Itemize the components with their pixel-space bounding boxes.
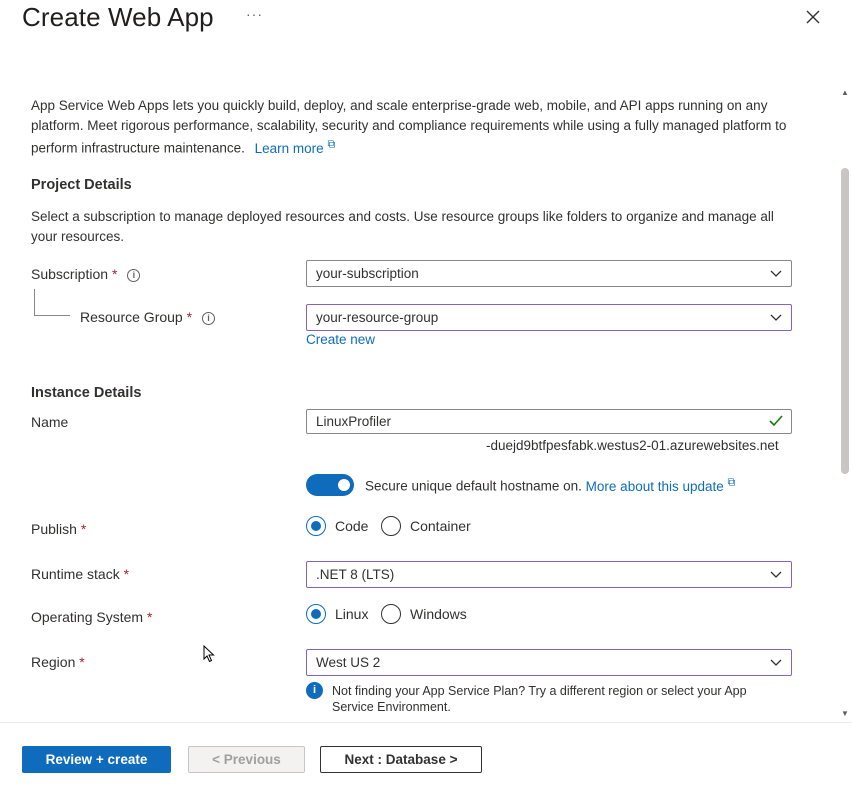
chevron-down-icon — [770, 571, 782, 578]
tree-connector — [34, 289, 35, 315]
project-details-description: Select a subscription to manage deployed… — [31, 209, 774, 244]
publish-label: Publish * — [31, 521, 87, 537]
chevron-down-icon — [770, 314, 782, 321]
region-label: Region * — [31, 654, 85, 670]
resource-group-value: your-resource-group — [316, 310, 439, 325]
name-label: Name — [31, 414, 69, 430]
instance-details-heading: Instance Details — [31, 385, 142, 401]
review-create-button[interactable]: Review + create — [22, 746, 171, 773]
info-icon[interactable]: i — [202, 312, 216, 325]
scroll-up-icon[interactable]: ▲ — [841, 88, 849, 97]
more-about-update-link[interactable]: More about this update ⧉ — [586, 476, 736, 494]
publish-code-radio[interactable] — [306, 516, 326, 536]
tree-connector — [34, 315, 70, 316]
chevron-down-icon — [770, 270, 782, 277]
subscription-label: Subscription * i — [31, 266, 141, 282]
chevron-down-icon — [770, 659, 782, 666]
os-linux-radio[interactable] — [306, 604, 326, 624]
intro-text: App Service Web Apps lets you quickly bu… — [31, 98, 787, 156]
os-windows-radio[interactable] — [381, 604, 401, 624]
scrollbar-thumb[interactable] — [841, 168, 849, 474]
next-database-button[interactable]: Next : Database > — [320, 746, 482, 773]
region-dropdown[interactable]: West US 2 — [306, 649, 792, 676]
scroll-down-icon[interactable]: ▼ — [841, 709, 849, 718]
publish-container-label: Container — [410, 518, 471, 534]
os-label: Operating System * — [31, 609, 153, 625]
info-icon: i — [306, 682, 323, 699]
learn-more-link[interactable]: Learn more ⧉ — [255, 138, 336, 156]
publish-container-radio[interactable] — [381, 516, 401, 536]
hostname-suffix: -duejd9btfpesfabk.westus2-01.azurewebsit… — [486, 438, 779, 453]
checkmark-icon — [769, 415, 783, 427]
subscription-value: your-subscription — [316, 266, 419, 281]
publish-code-label: Code — [335, 518, 369, 534]
resource-group-dropdown[interactable]: your-resource-group — [306, 304, 792, 331]
region-value: West US 2 — [316, 655, 381, 670]
resource-group-label: Resource Group * i — [80, 309, 216, 325]
name-value: LinuxProfiler — [316, 414, 392, 429]
name-input[interactable]: LinuxProfiler — [306, 409, 792, 434]
create-new-link[interactable]: Create new — [306, 332, 375, 347]
external-link-icon: ⧉ — [327, 138, 336, 150]
mouse-cursor-icon — [203, 645, 215, 663]
os-windows-label: Windows — [410, 606, 467, 622]
runtime-stack-dropdown[interactable]: .NET 8 (LTS) — [306, 561, 792, 588]
intro-paragraph: App Service Web Apps lets you quickly bu… — [31, 96, 801, 158]
external-link-icon: ⧉ — [727, 476, 736, 488]
close-icon[interactable] — [803, 7, 823, 27]
project-details-heading: Project Details — [31, 177, 132, 193]
runtime-stack-value: .NET 8 (LTS) — [316, 567, 395, 582]
region-info-text: Not finding your App Service Plan? Try a… — [332, 684, 747, 714]
footer-divider — [0, 722, 852, 723]
page-title: Create Web App — [22, 2, 214, 32]
subscription-dropdown[interactable]: your-subscription — [306, 260, 792, 287]
secure-hostname-text: Secure unique default hostname on. More … — [365, 476, 736, 494]
info-icon[interactable]: i — [127, 269, 141, 282]
previous-button[interactable]: < Previous — [188, 746, 305, 773]
secure-hostname-toggle[interactable] — [306, 474, 354, 496]
os-linux-label: Linux — [335, 606, 369, 622]
more-options-icon[interactable]: ··· — [246, 6, 263, 22]
runtime-stack-label: Runtime stack * — [31, 566, 130, 582]
